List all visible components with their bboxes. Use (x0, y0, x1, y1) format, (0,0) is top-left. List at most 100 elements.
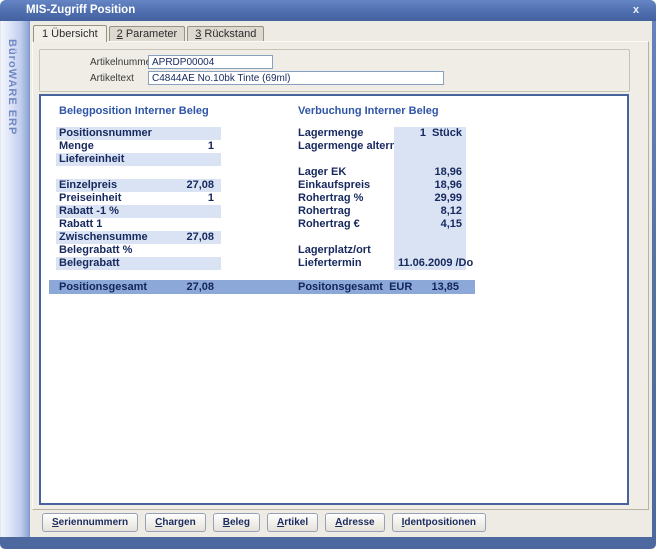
brand-sidebar: BüroWARE ERP (0, 21, 30, 537)
row-value: 1 (398, 127, 426, 140)
seriennummern-button[interactable]: Seriennummern (42, 513, 138, 532)
total-left-label: Positionsgesamt (59, 280, 147, 294)
app-window: MIS-Zugriff Position x BüroWARE ERP 1 Üb… (0, 0, 656, 549)
table-row: Einzelpreis27,08 (56, 179, 221, 192)
left-section-header: Belegposition Interner Beleg (59, 105, 209, 117)
row-label: Rabatt 1 (56, 218, 161, 231)
row-value (161, 205, 221, 218)
row-value: 18,96 (398, 166, 462, 179)
row-label (298, 153, 394, 166)
table-row (298, 153, 466, 166)
row-value: 1 (161, 192, 221, 205)
artikelnummer-field[interactable] (148, 55, 273, 69)
table-row: Rohertrag € 4,15 (298, 218, 466, 231)
artikel-button[interactable]: Artikel (267, 513, 318, 532)
table-row: Lagermenge 1 Stück (298, 127, 466, 140)
right-section-header: Verbuchung Interner Beleg (298, 105, 439, 117)
table-row: Rohertrag %29,99 (298, 192, 466, 205)
row-label (56, 166, 161, 179)
table-row: Positionsnummer (56, 127, 221, 140)
artikelnummer-label: Artikelnummer (90, 57, 148, 68)
row-value: 4,15 (398, 218, 462, 231)
tab-label: 3 Rückstand (195, 28, 256, 40)
table-row: Lagermenge altern. (298, 140, 466, 153)
row-label: Lagermenge altern. (298, 140, 394, 153)
row-label: Belegrabatt (56, 257, 161, 270)
content-area: 1 Übersicht 2 Parameter 3 Rückstand Arti… (30, 21, 652, 537)
table-row (56, 166, 221, 179)
row-value (161, 257, 221, 270)
window-body: BüroWARE ERP 1 Übersicht 2 Parameter 3 R… (0, 21, 656, 537)
row-value (161, 166, 221, 179)
brand-text: BüroWARE ERP (6, 39, 18, 135)
row-label: Belegrabatt % (56, 244, 161, 257)
button-label: Seriennummern (52, 517, 128, 528)
titlebar[interactable]: MIS-Zugriff Position x (0, 0, 656, 21)
table-row: Preiseinheit1 (56, 192, 221, 205)
tab-rueckstand[interactable]: 3 Rückstand (187, 26, 264, 41)
row-value: 18,96 (398, 179, 462, 192)
button-label: Adresse (335, 517, 374, 528)
row-value: 27,08 (161, 179, 221, 192)
table-row: Zwischensumme27,08 (56, 231, 221, 244)
adresse-button[interactable]: Adresse (325, 513, 384, 532)
row-label: Rabatt -1 % (56, 205, 161, 218)
table-row: Lagerplatz/ort (298, 244, 466, 257)
row-label: Lagermenge (298, 127, 394, 140)
tab-label: 2 Parameter (117, 28, 178, 40)
identpositionen-button[interactable]: Identpositionen (392, 513, 486, 532)
row-label: Lager EK (298, 166, 394, 179)
row-value: 11.06.2009 /Do (398, 257, 473, 270)
tab-page-uebersicht: Artikelnummer Artikeltext Belegposition … (32, 41, 649, 510)
artikeltext-label: Artikeltext (90, 73, 148, 84)
table-row: Rabatt 1 (56, 218, 221, 231)
table-row: Liefertermin11.06.2009 /Do (298, 257, 466, 270)
window-title: MIS-Zugriff Position (26, 4, 135, 16)
chargen-button[interactable]: Chargen (145, 513, 206, 532)
row-value: 29,99 (398, 192, 462, 205)
row-label: Rohertrag (298, 205, 394, 218)
table-row: Liefereinheit (56, 153, 221, 166)
row-value (161, 127, 221, 140)
row-value (161, 218, 221, 231)
button-label: Artikel (277, 517, 308, 528)
table-row: Rabatt -1 % (56, 205, 221, 218)
table-row: Belegrabatt % (56, 244, 221, 257)
row-label (298, 231, 394, 244)
right-column: Lagermenge 1 Stück Lagermenge altern. Lage… (298, 127, 466, 270)
table-row (298, 231, 466, 244)
row-value (161, 244, 221, 257)
row-label: Preiseinheit (56, 192, 161, 205)
total-right-value: 13,85 (389, 280, 459, 294)
row-label: Rohertrag € (298, 218, 394, 231)
position-detail-panel: Belegposition Interner Beleg Verbuchung … (39, 94, 629, 505)
action-button-bar: Seriennummern Chargen Beleg Artikel Adre… (42, 513, 486, 532)
row-value: 27,08 (161, 231, 221, 244)
row-label: Einkaufspreis (298, 179, 394, 192)
tab-uebersicht[interactable]: 1 Übersicht (33, 25, 107, 42)
tab-bar: 1 Übersicht 2 Parameter 3 Rückstand (33, 25, 266, 41)
beleg-button[interactable]: Beleg (213, 513, 260, 532)
table-row: Rohertrag 8,12 (298, 205, 466, 218)
row-value: 1 (161, 140, 221, 153)
row-label: Positionsnummer (56, 127, 161, 140)
total-left-value: 27,08 (144, 280, 214, 294)
row-label: Liefereinheit (56, 153, 161, 166)
row-label: Lagerplatz/ort (298, 244, 394, 257)
left-column: Positionsnummer Menge1 Liefereinheit Ein… (56, 127, 221, 270)
artikeltext-field[interactable] (148, 71, 444, 85)
table-row: Lager EK 18,96 (298, 166, 466, 179)
table-row: Einkaufspreis 18,96 (298, 179, 466, 192)
button-label: Beleg (223, 517, 250, 528)
row-label: Einzelpreis (56, 179, 161, 192)
row-label: Menge (56, 140, 161, 153)
close-icon[interactable]: x (628, 3, 644, 18)
row-label: Liefertermin (298, 257, 394, 270)
tab-label: 1 Übersicht (42, 28, 98, 40)
row-unit: Stück (432, 127, 462, 140)
row-value: 8,12 (398, 205, 462, 218)
row-label: Zwischensumme (56, 231, 161, 244)
row-value (161, 153, 221, 166)
tab-parameter[interactable]: 2 Parameter (109, 26, 186, 41)
button-label: Chargen (155, 517, 196, 528)
